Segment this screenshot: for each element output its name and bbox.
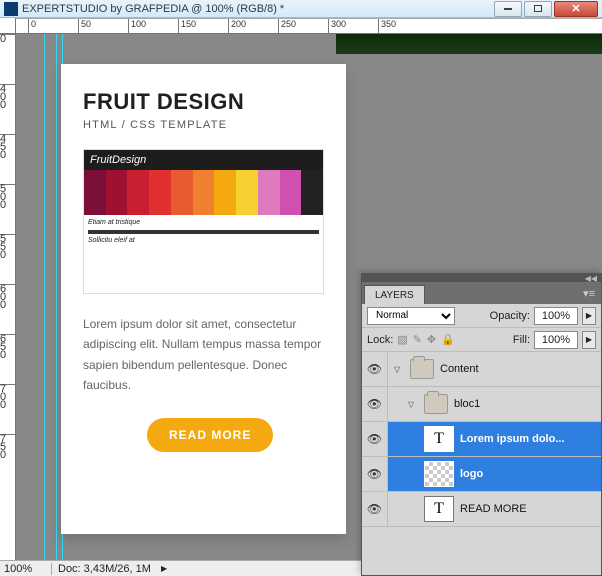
layers-panel: ◀◀ LAYERS ▾≡ Normal Opacity: 100% ▶ Lock… [361, 273, 602, 576]
doc-size: Doc: 3,43M/26, 1M [52, 563, 157, 575]
layer-name: Content [440, 363, 479, 375]
visibility-toggle-icon[interactable]: 👁 [362, 387, 388, 421]
layer-item-read-more[interactable]: T READ MORE [388, 492, 601, 526]
fill-value[interactable]: 100% [534, 331, 578, 349]
close-button[interactable]: ✕ [554, 1, 598, 17]
layer-list: 👁 ▽ Content 👁 ▽ bloc1 👁 T Lorem ipsum do… [362, 352, 601, 527]
layer-row: 👁 ▽ Content [362, 352, 601, 387]
layer-thumbnail-icon [424, 461, 454, 487]
twirl-down-icon[interactable]: ▽ [394, 365, 404, 374]
ruler-tick: 200 [228, 19, 246, 33]
panel-grip[interactable]: ◀◀ [362, 274, 601, 282]
ruler-tick: 50 [78, 19, 91, 33]
visibility-toggle-icon[interactable]: 👁 [362, 457, 388, 491]
minimize-button[interactable] [494, 1, 522, 17]
ruler-tick: 300 [328, 19, 346, 33]
folder-icon [410, 359, 434, 379]
design-card: FRUIT DESIGN HTML / CSS TEMPLATE FruitDe… [61, 64, 346, 534]
blend-opacity-row: Normal Opacity: 100% ▶ [362, 304, 601, 328]
ruler-tick: 450 [0, 134, 15, 159]
layer-item-lorem-text[interactable]: T Lorem ipsum dolo... [388, 422, 601, 456]
layer-row: 👁 logo [362, 457, 601, 492]
card-description: Lorem ipsum dolor sit amet, consectetur … [83, 314, 324, 396]
ruler-tick: 400 [0, 84, 15, 109]
text-layer-icon: T [424, 496, 454, 522]
ruler-tick: 500 [0, 184, 15, 209]
ruler-tick: 350 [378, 19, 396, 33]
card-title: FRUIT DESIGN [83, 89, 324, 115]
window-title: EXPERTSTUDIO by GRAFPEDIA @ 100% (RGB/8)… [22, 3, 284, 15]
canvas-image-strip [336, 34, 602, 54]
zoom-level[interactable]: 100% [0, 563, 52, 575]
layer-name: READ MORE [460, 503, 527, 515]
lock-label: Lock: [367, 334, 393, 346]
layer-name: bloc1 [454, 398, 480, 410]
ruler-tick: 600 [0, 284, 15, 309]
ruler-tick: 0 [28, 19, 36, 33]
visibility-toggle-icon[interactable]: 👁 [362, 492, 388, 526]
fill-label: Fill: [513, 334, 530, 346]
visibility-toggle-icon[interactable]: 👁 [362, 422, 388, 456]
thumbnail-title: FruitDesign [90, 154, 146, 166]
doc-size-menu-icon[interactable]: ▶ [161, 564, 167, 573]
fill-slider-icon[interactable]: ▶ [582, 331, 596, 349]
ruler-vertical[interactable]: 0 400 450 500 550 600 650 700 750 [0, 18, 16, 560]
ruler-tick: 0 [0, 34, 15, 43]
blend-mode-select[interactable]: Normal [367, 307, 455, 325]
layer-row: 👁 T READ MORE [362, 492, 601, 527]
card-subtitle: HTML / CSS TEMPLATE [83, 119, 324, 131]
ruler-tick: 650 [0, 334, 15, 359]
ruler-tick: 700 [0, 384, 15, 409]
guide-vertical[interactable] [44, 34, 45, 560]
layer-row: 👁 T Lorem ipsum dolo... [362, 422, 601, 457]
ruler-tick: 250 [278, 19, 296, 33]
ruler-tick: 550 [0, 234, 15, 259]
opacity-slider-icon[interactable]: ▶ [582, 307, 596, 325]
read-more-button[interactable]: READ MORE [147, 418, 273, 452]
template-thumbnail: FruitDesign Etiam at tristique Sollicitu… [83, 149, 324, 294]
maximize-button[interactable] [524, 1, 552, 17]
layer-name: logo [460, 468, 483, 480]
ps-icon [4, 2, 18, 16]
twirl-down-icon[interactable]: ▽ [408, 400, 418, 409]
layer-item-content[interactable]: ▽ Content [388, 352, 601, 386]
lock-paint-icon[interactable]: ✎ [413, 333, 422, 346]
ruler-tick: 150 [178, 19, 196, 33]
layer-name: Lorem ipsum dolo... [460, 433, 565, 445]
tab-layers[interactable]: LAYERS [364, 285, 425, 304]
lock-transparency-icon[interactable]: ▨ [397, 333, 407, 346]
panel-tabbar: LAYERS ▾≡ [362, 282, 601, 304]
opacity-label: Opacity: [490, 310, 530, 322]
lock-fill-row: Lock: ▨ ✎ ✥ 🔒 Fill: 100% ▶ [362, 328, 601, 352]
ruler-corner [0, 18, 16, 34]
ruler-horizontal[interactable]: 0 50 100 150 200 250 300 350 [16, 18, 602, 34]
guide-vertical[interactable] [56, 34, 57, 560]
visibility-toggle-icon[interactable]: 👁 [362, 352, 388, 386]
lock-position-icon[interactable]: ✥ [427, 333, 436, 346]
window-titlebar: EXPERTSTUDIO by GRAFPEDIA @ 100% (RGB/8)… [0, 0, 602, 18]
text-layer-icon: T [424, 426, 454, 452]
ruler-tick: 750 [0, 434, 15, 459]
ruler-tick: 100 [128, 19, 146, 33]
opacity-value[interactable]: 100% [534, 307, 578, 325]
layer-row: 👁 ▽ bloc1 [362, 387, 601, 422]
folder-icon [424, 394, 448, 414]
panel-menu-icon[interactable]: ▾≡ [577, 287, 601, 304]
layer-item-logo[interactable]: logo [388, 457, 601, 491]
lock-all-icon[interactable]: 🔒 [441, 333, 455, 346]
layer-item-bloc1[interactable]: ▽ bloc1 [388, 387, 601, 421]
